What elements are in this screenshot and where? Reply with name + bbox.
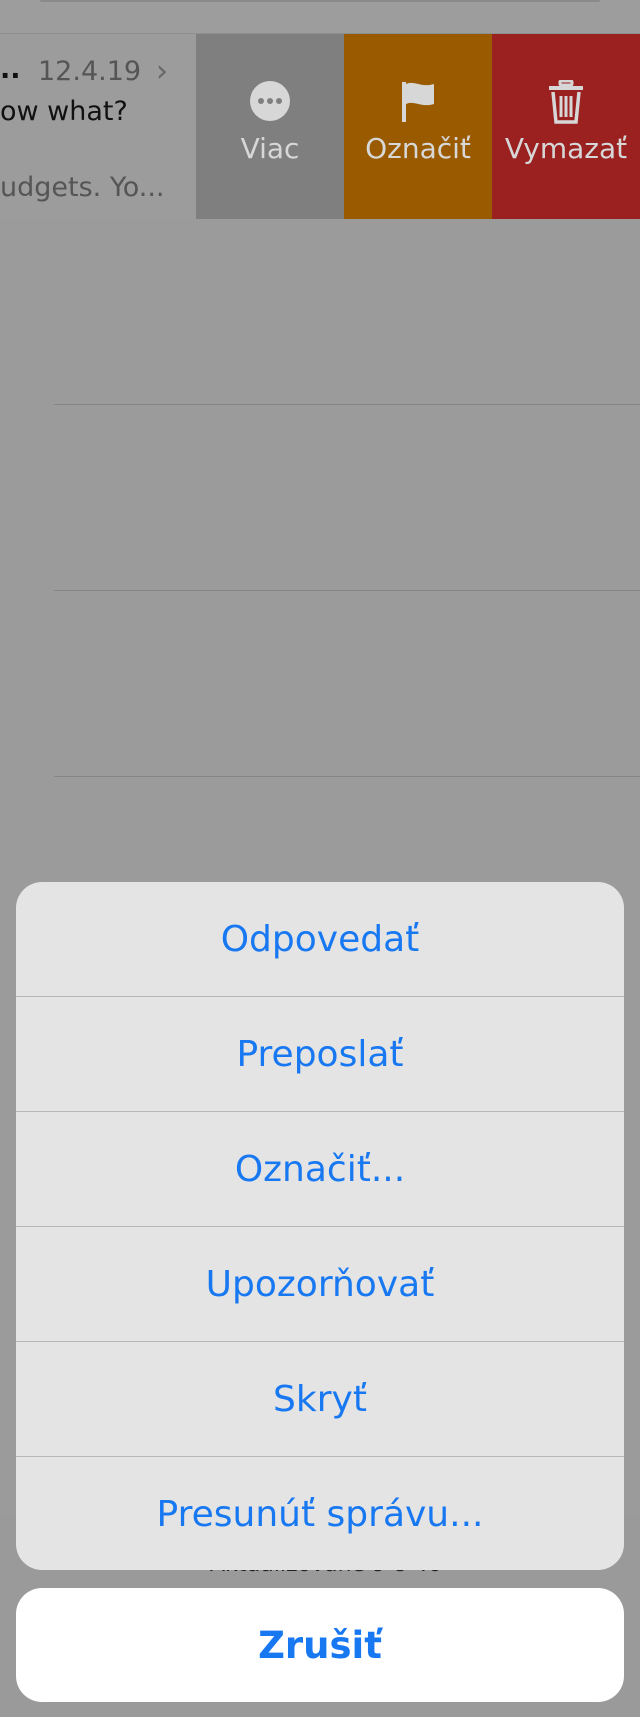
flag-button[interactable]: Označiť bbox=[344, 34, 492, 219]
chevron-right-icon: › bbox=[156, 54, 168, 89]
action-sheet: Odpovedať Preposlať Označiť... Upozorňov… bbox=[16, 882, 624, 1570]
mail-date: 12.4.19 bbox=[38, 56, 142, 87]
list-separator bbox=[54, 776, 640, 777]
mail-row[interactable]: .. 12.4.19 › ow what? udgets. Yo... bbox=[0, 34, 196, 219]
mail-sender: .. bbox=[0, 54, 21, 85]
hide-action[interactable]: Skryť bbox=[16, 1342, 624, 1457]
notify-action[interactable]: Upozorňovať bbox=[16, 1227, 624, 1342]
more-icon bbox=[196, 80, 344, 126]
flag-action[interactable]: Označiť... bbox=[16, 1112, 624, 1227]
mail-preview: udgets. Yo... bbox=[0, 172, 165, 203]
flag-icon bbox=[344, 80, 492, 126]
delete-button[interactable]: Vymazať bbox=[492, 34, 640, 219]
list-separator bbox=[54, 404, 640, 405]
top-bar bbox=[0, 0, 640, 34]
delete-label: Vymazať bbox=[504, 132, 628, 165]
flag-label: Označiť bbox=[365, 132, 471, 165]
cancel-button[interactable]: Zrušiť bbox=[16, 1588, 624, 1702]
more-label: Viac bbox=[240, 132, 300, 165]
list-separator bbox=[54, 590, 640, 591]
trash-icon bbox=[492, 80, 640, 126]
move-message-action[interactable]: Presunúť správu... bbox=[16, 1457, 624, 1570]
mail-subject: ow what? bbox=[0, 96, 128, 127]
reply-action[interactable]: Odpovedať bbox=[16, 882, 624, 997]
more-button[interactable]: Viac bbox=[196, 34, 344, 219]
forward-action[interactable]: Preposlať bbox=[16, 997, 624, 1112]
